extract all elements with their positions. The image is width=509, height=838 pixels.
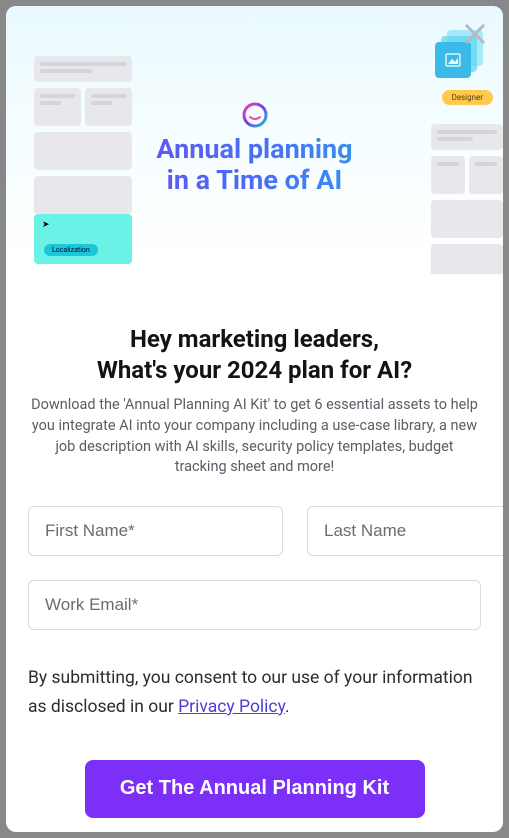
first-name-input[interactable] [28,506,283,556]
brand-logo-icon [242,102,268,128]
privacy-policy-link[interactable]: Privacy Policy [178,697,285,717]
heading: Hey marketing leaders, What's your 2024 … [28,324,481,385]
hero-image: ➤ Localization Designer [6,6,503,274]
description-text: Download the 'Annual Planning AI Kit' to… [28,395,481,477]
consent-suffix: . [285,697,290,717]
get-kit-button[interactable]: Get The Annual Planning Kit [85,760,425,818]
modal-dialog: ➤ Localization Designer [6,6,503,832]
cursor-icon: ➤ [42,220,50,230]
close-icon[interactable] [461,20,489,48]
modal-content: Hey marketing leaders, What's your 2024 … [6,274,503,818]
hero-title-line2: in a Time of AI [167,164,343,196]
work-email-input[interactable] [28,580,481,630]
name-row [28,506,481,556]
designer-tag: Designer [442,90,493,105]
hero-title-line1: Annual planning [156,133,352,165]
localization-tag: Localization [44,244,98,256]
heading-line2: What's your 2024 plan for AI? [97,356,412,384]
hero-title: Annual planning in a Time of AI [6,134,503,196]
last-name-input[interactable] [307,506,503,556]
heading-line1: Hey marketing leaders, [130,325,379,353]
consent-text: By submitting, you consent to our use of… [28,664,481,722]
localization-card: ➤ Localization [34,214,132,264]
